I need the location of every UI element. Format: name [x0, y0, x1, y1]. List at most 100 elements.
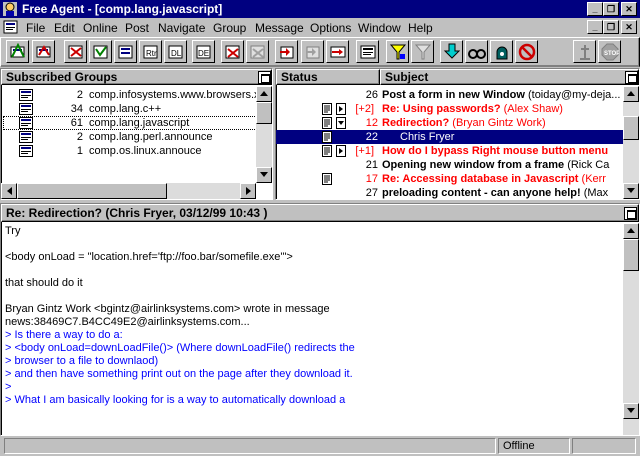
- next-unread-button[interactable]: [440, 40, 463, 63]
- find-button[interactable]: [465, 40, 488, 63]
- skip-button[interactable]: [411, 40, 434, 63]
- document-icon: [322, 145, 332, 157]
- menu-file[interactable]: File: [26, 21, 45, 35]
- follow-up-button[interactable]: [275, 40, 298, 63]
- scroll-thumb[interactable]: [623, 239, 639, 271]
- scroll-up-button[interactable]: [623, 223, 639, 239]
- message-row[interactable]: 27 preloading content - can anyone help!…: [276, 186, 625, 199]
- group-row[interactable]: 2 comp.infosystems.www.browsers.x: [3, 88, 269, 102]
- minimize-button[interactable]: _: [587, 2, 603, 16]
- status-column-header[interactable]: Status: [276, 69, 380, 85]
- child-close-button[interactable]: ✕: [621, 20, 637, 34]
- groups-horizontal-scrollbar[interactable]: [1, 183, 256, 199]
- message-row[interactable]: [+2] Re: Using passwords? (Alex Shaw): [276, 102, 625, 116]
- retrieve-button[interactable]: [64, 40, 87, 63]
- menu-options[interactable]: Options: [310, 21, 351, 35]
- reply-email-icon: [250, 45, 265, 59]
- get-new-headers-button[interactable]: [6, 40, 29, 63]
- messages-pane-maximize-icon[interactable]: [625, 71, 638, 84]
- messages-vertical-scrollbar[interactable]: [623, 86, 639, 199]
- menu-help[interactable]: Help: [408, 21, 433, 35]
- child-restore-button[interactable]: ❐: [603, 20, 619, 34]
- menu-message[interactable]: Message: [255, 21, 304, 35]
- groups-vertical-scrollbar[interactable]: [256, 86, 272, 183]
- scroll-up-button[interactable]: [256, 86, 272, 102]
- view-raw-button[interactable]: [356, 40, 379, 63]
- maximize-button[interactable]: ❐: [603, 2, 619, 16]
- document-icon: [322, 103, 332, 115]
- message-view-header[interactable]: Re: Redirection? (Chris Fryer, 03/12/99 …: [1, 204, 639, 222]
- arrow-down-icon: [260, 172, 268, 177]
- scroll-right-button[interactable]: [240, 183, 256, 199]
- scroll-down-button[interactable]: [623, 183, 639, 199]
- delete-button[interactable]: Rtr: [139, 40, 162, 63]
- group-row[interactable]: 2 comp.lang.perl.announce: [3, 130, 269, 144]
- toolbar: Rtr DL DE STOP: [0, 37, 640, 67]
- message-count: 21: [365, 159, 378, 171]
- status-column-title: Status: [281, 70, 318, 84]
- group-row[interactable]: 1 comp.os.linux.annouce: [3, 144, 269, 158]
- get-all-headers-button[interactable]: [32, 40, 55, 63]
- scroll-down-button[interactable]: [256, 167, 272, 183]
- stop-button[interactable]: STOP: [598, 40, 621, 63]
- skip-icon: [414, 44, 432, 60]
- get-bodies-button[interactable]: [114, 40, 137, 63]
- watch-button[interactable]: [490, 40, 513, 63]
- arrow-up-icon: [627, 91, 635, 96]
- purge-button[interactable]: DL: [164, 40, 187, 63]
- subscribed-groups-header[interactable]: Subscribed Groups: [1, 69, 272, 85]
- body-pane-maximize-icon[interactable]: [624, 207, 637, 220]
- post-reply-button[interactable]: [221, 40, 244, 63]
- quoted-line: > <body onLoad=downLoadFile()> (Where do…: [5, 342, 355, 354]
- message-row[interactable]: 12 Redirection? (Bryan Gintz Work): [276, 116, 625, 130]
- arrow-right-icon: [246, 187, 251, 195]
- scroll-thumb[interactable]: [623, 116, 639, 140]
- newsgroup-icon: [19, 117, 33, 129]
- menu-online[interactable]: Online: [83, 21, 118, 35]
- group-row-selected[interactable]: 61 comp.lang.javascript: [3, 116, 269, 130]
- purge-icon: DL: [168, 45, 183, 59]
- ignore-button[interactable]: [515, 40, 538, 63]
- online-button[interactable]: [573, 40, 596, 63]
- child-minimize-button[interactable]: _: [587, 20, 603, 34]
- post-message-button[interactable]: [326, 40, 349, 63]
- message-row-selected[interactable]: 22 Chris Fryer: [276, 130, 625, 144]
- subject-column-header[interactable]: Subject: [380, 69, 639, 85]
- filter-button[interactable]: [386, 40, 409, 63]
- mark-retrieve-button[interactable]: [89, 40, 112, 63]
- message-subject: Re: Using passwords?: [382, 103, 501, 115]
- quoted-line: > and then have something print out on t…: [5, 368, 353, 380]
- free-agent-app-icon[interactable]: [2, 1, 18, 17]
- menu-group[interactable]: Group: [213, 21, 246, 35]
- scroll-thumb[interactable]: [17, 183, 167, 199]
- document-menu-icon[interactable]: [3, 20, 19, 35]
- message-row[interactable]: 26 Post a form in new Window (toiday@my-…: [276, 88, 625, 102]
- menu-edit[interactable]: Edit: [54, 21, 75, 35]
- forward-button[interactable]: [301, 40, 324, 63]
- title-bar[interactable]: Free Agent - [comp.lang.javascript] _ ❐ …: [0, 0, 640, 18]
- scroll-down-button[interactable]: [623, 403, 639, 419]
- group-row[interactable]: 34 comp.lang.c++: [3, 102, 269, 116]
- message-body[interactable]: Try <body onLoad = "location.href='ftp:/…: [1, 223, 623, 435]
- message-subject: Post a form in new Window: [382, 89, 525, 101]
- message-row[interactable]: 21 Opening new window from a frame (Rick…: [276, 158, 625, 172]
- subject-column-title: Subject: [385, 70, 429, 84]
- body-vertical-scrollbar[interactable]: [623, 223, 639, 435]
- message-count: 12: [365, 117, 378, 129]
- subscribed-groups-pane: Subscribed Groups 2 comp.infosystems.www…: [0, 68, 273, 200]
- reply-email-button[interactable]: [246, 40, 269, 63]
- post-new-button[interactable]: DE: [192, 40, 215, 63]
- arrow-down-icon: [627, 188, 635, 193]
- menu-navigate[interactable]: Navigate: [158, 21, 205, 35]
- scroll-left-button[interactable]: [1, 183, 17, 199]
- quoted-line: > What I am basically looking for is a w…: [5, 394, 346, 406]
- message-row[interactable]: [+1] How do I bypass Right mouse button …: [276, 144, 625, 158]
- menu-window[interactable]: Window: [358, 21, 401, 35]
- message-count: [+1]: [355, 145, 374, 157]
- message-row[interactable]: 17 Re: Accessing database in Javascript …: [276, 172, 625, 186]
- scroll-thumb[interactable]: [256, 102, 272, 124]
- close-button[interactable]: ✕: [621, 2, 637, 16]
- menu-post[interactable]: Post: [125, 21, 149, 35]
- scroll-up-button[interactable]: [623, 86, 639, 102]
- groups-pane-maximize-icon[interactable]: [258, 71, 271, 84]
